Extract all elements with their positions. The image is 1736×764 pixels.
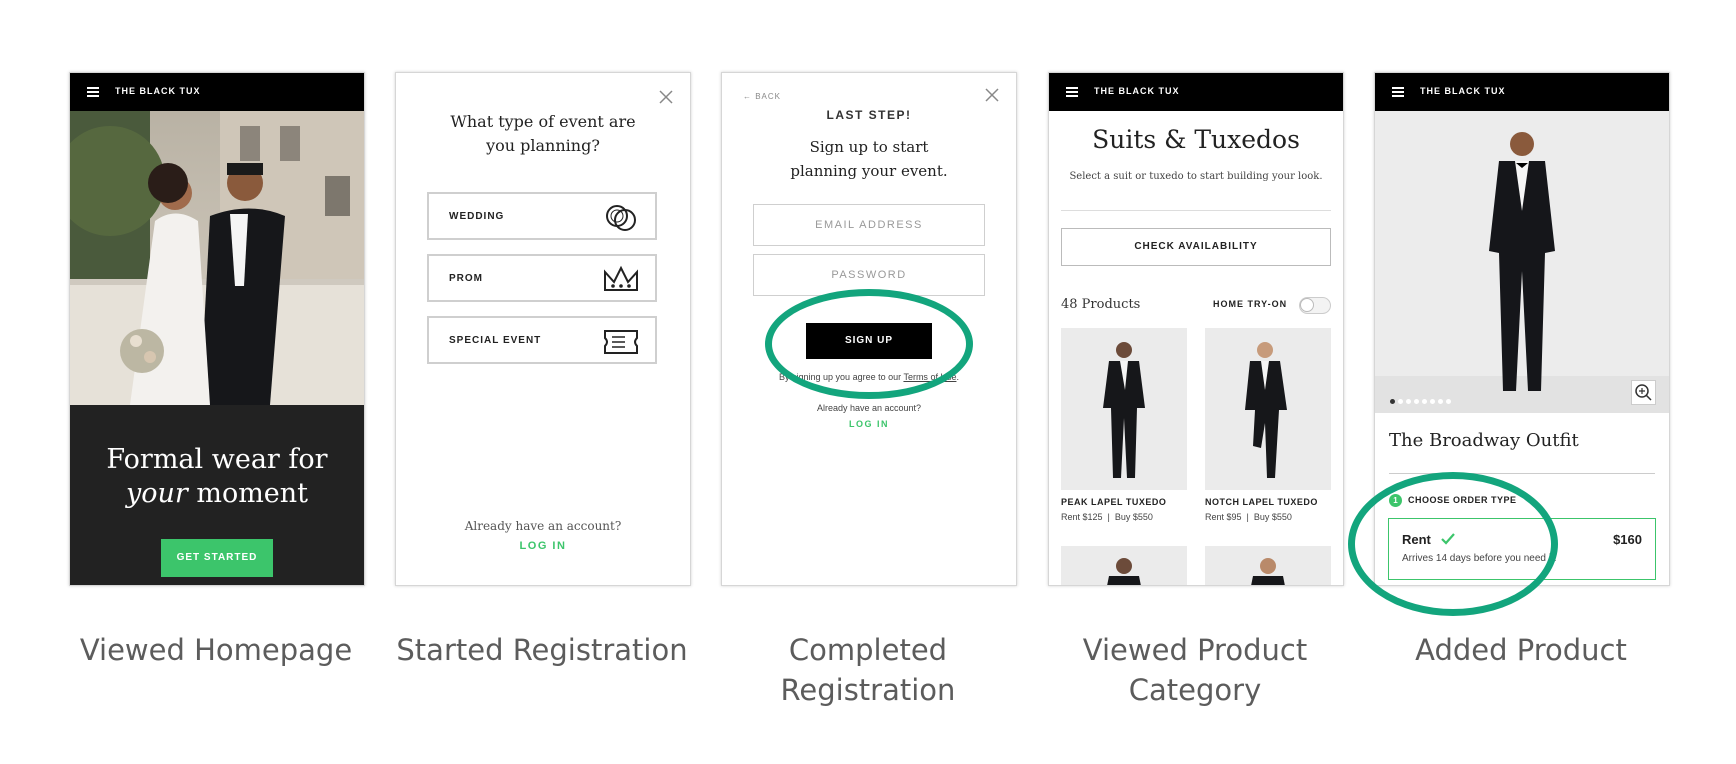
caption-added-product: Added Product: [1415, 633, 1627, 667]
product-price: Rent $125 | Buy $550: [1061, 512, 1153, 522]
menu-icon[interactable]: [1066, 87, 1078, 97]
caption-started-registration: Started Registration: [396, 633, 688, 667]
event-question: What type of event are you planning?: [450, 112, 636, 155]
top-nav-bar: THE BLACK TUX: [1375, 73, 1669, 111]
category-screen: THE BLACK TUX Suits & Tuxedos Select a s…: [1048, 72, 1344, 586]
product-name: NOTCH LAPEL TUXEDO: [1205, 497, 1318, 507]
toggle-knob: [1300, 298, 1314, 312]
ticket-icon: [604, 330, 638, 354]
option-label: PROM: [449, 273, 483, 284]
brand-logo[interactable]: THE BLACK TUX: [115, 86, 201, 96]
caption-completed-registration: Completed Registration: [780, 633, 956, 707]
product-card[interactable]: PEAK LAPEL TUXEDO Rent $125 | Buy $550: [1061, 328, 1187, 522]
home-try-on-toggle[interactable]: [1299, 297, 1331, 314]
check-availability-button[interactable]: CHECK AVAILABILITY: [1061, 228, 1331, 266]
product-image: [1061, 328, 1187, 490]
back-link[interactable]: ← BACK: [743, 92, 781, 101]
option-label: WEDDING: [449, 211, 505, 222]
top-nav-bar: THE BLACK TUX: [1049, 73, 1343, 111]
brand-logo[interactable]: THE BLACK TUX: [1094, 86, 1180, 96]
menu-icon[interactable]: [1392, 87, 1404, 97]
caption-viewed-product-category: Viewed Product Category: [1082, 633, 1308, 707]
home-try-on-label: HOME TRY-ON: [1213, 299, 1288, 309]
already-have-account: Already have an account?: [464, 519, 622, 533]
rings-icon: [606, 205, 636, 231]
product-title: The Broadway Outfit: [1389, 430, 1579, 451]
option-wedding[interactable]: WEDDING: [427, 192, 657, 240]
hero-banner: Formal wear for your moment GET STARTED: [70, 405, 364, 585]
product-image: [1205, 546, 1331, 585]
option-prom[interactable]: PROM: [427, 254, 657, 302]
zoom-button[interactable]: [1631, 380, 1656, 405]
menu-icon[interactable]: [87, 87, 99, 97]
highlight-ring: [765, 289, 973, 399]
step-label: LAST STEP!: [826, 108, 912, 122]
option-special-event[interactable]: SPECIAL EVENT: [427, 316, 657, 364]
category-subtitle: Select a suit or tuxedo to start buildin…: [1069, 171, 1323, 182]
product-card[interactable]: NOTCH LAPEL TUXEDO Rent $95 | Buy $550: [1205, 328, 1331, 522]
email-field[interactable]: EMAIL ADDRESS: [753, 204, 985, 246]
login-link[interactable]: LOG IN: [396, 540, 690, 552]
top-nav-bar: THE BLACK TUX: [70, 73, 364, 111]
login-link[interactable]: LOG IN: [722, 419, 1016, 429]
signup-heading: Sign up to start planning your event.: [790, 138, 948, 180]
zoom-icon: [1635, 384, 1652, 401]
get-started-button[interactable]: GET STARTED: [161, 539, 273, 577]
product-photo: [1375, 111, 1669, 413]
category-title: Suits & Tuxedos: [1092, 125, 1300, 154]
product-price: Rent $95 | Buy $550: [1205, 512, 1292, 522]
divider: [1061, 210, 1331, 211]
homepage-screen: THE BLACK TUX Formal wear for your momen…: [69, 72, 365, 586]
product-image: [1205, 328, 1331, 490]
product-image: [1061, 546, 1187, 585]
close-icon[interactable]: [659, 90, 673, 104]
option-price: $160: [1613, 532, 1642, 547]
close-icon[interactable]: [985, 88, 999, 102]
crown-icon: [604, 265, 638, 291]
product-name: PEAK LAPEL TUXEDO: [1061, 497, 1167, 507]
hero-headline: Formal wear for your moment: [106, 444, 328, 509]
hero-photo: [70, 111, 364, 405]
event-type-screen: What type of event are you planning? WED…: [395, 72, 691, 586]
brand-logo[interactable]: THE BLACK TUX: [1420, 86, 1506, 96]
carousel-dots[interactable]: [1390, 391, 1451, 404]
caption-viewed-homepage: Viewed Homepage: [79, 633, 353, 667]
highlight-ring: [1348, 472, 1558, 616]
product-count: 48 Products: [1061, 297, 1141, 312]
option-label: SPECIAL EVENT: [449, 335, 542, 346]
already-have-account: Already have an account?: [816, 403, 922, 413]
